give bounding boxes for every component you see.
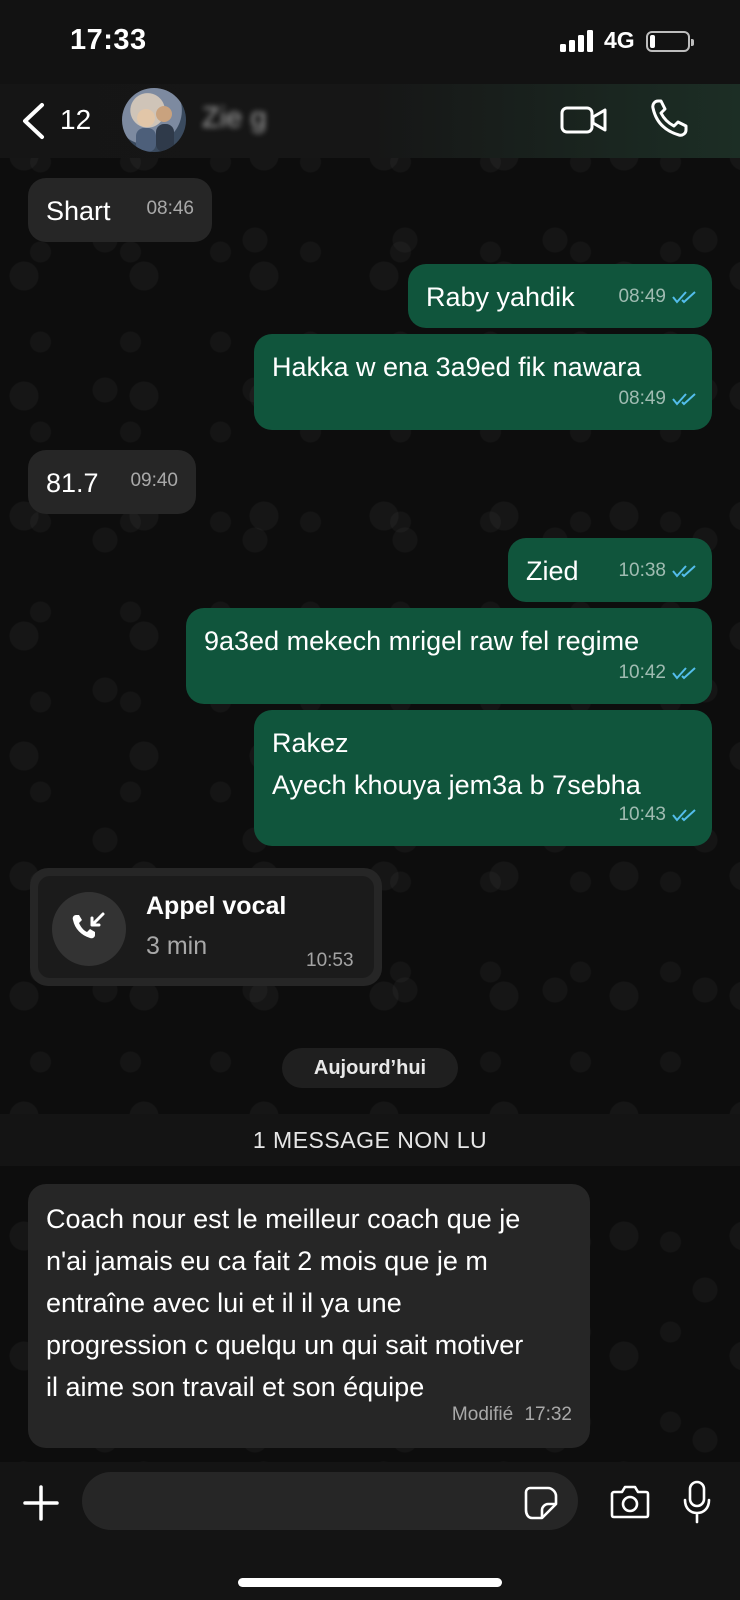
read-ticks-icon bbox=[672, 667, 696, 680]
message-text: Shart bbox=[46, 196, 111, 226]
read-ticks-icon bbox=[672, 291, 696, 304]
chat-header: 12 Zie g bbox=[0, 84, 740, 158]
battery-icon bbox=[646, 31, 694, 52]
contact-avatar[interactable] bbox=[122, 88, 186, 152]
message-text: 9a3ed mekech mrigel raw fel regime bbox=[204, 626, 640, 656]
home-indicator bbox=[238, 1578, 502, 1587]
message-time: 10:43 bbox=[618, 804, 666, 825]
voice-call-inner: Appel vocal 3 min 10:53 bbox=[38, 876, 374, 978]
missed-call-icon-wrap bbox=[52, 892, 126, 966]
message-bubble-incoming[interactable]: Shart 08:46 bbox=[28, 178, 212, 242]
message-text-line: progression c quelqu un qui sait motiver bbox=[46, 1330, 524, 1360]
call-title: Appel vocal bbox=[146, 892, 287, 920]
message-bubble-outgoing[interactable]: Hakka w ena 3a9ed fik nawara 08:49 bbox=[254, 334, 712, 430]
message-text-line: entraîne avec lui et il il ya une bbox=[46, 1288, 402, 1318]
phone-call-icon[interactable] bbox=[650, 98, 688, 138]
message-text-line: Coach nour est le meilleur coach que je bbox=[46, 1204, 521, 1234]
message-text: Hakka w ena 3a9ed fik nawara bbox=[272, 352, 642, 382]
microphone-icon[interactable] bbox=[682, 1480, 712, 1524]
incoming-call-icon bbox=[72, 912, 105, 939]
network-type: 4G bbox=[604, 27, 635, 53]
date-separator: Aujourd’hui bbox=[282, 1048, 458, 1088]
message-text: Zied bbox=[526, 556, 579, 586]
avatar-photo-icon bbox=[136, 106, 174, 152]
unread-banner: 1 MESSAGE NON LU bbox=[0, 1114, 740, 1166]
message-bubble-outgoing[interactable]: Raby yahdik 08:49 bbox=[408, 264, 712, 328]
unread-chats-count[interactable]: 12 bbox=[60, 104, 91, 136]
read-ticks-icon bbox=[672, 809, 696, 822]
message-bubble-outgoing[interactable]: Rakez Ayech khouya jem3a b 7sebha 10:43 bbox=[254, 710, 712, 846]
message-text-line: Rakez bbox=[272, 728, 349, 758]
message-time: 17:32 bbox=[524, 1404, 572, 1425]
message-time: 08:46 bbox=[146, 198, 194, 219]
battery-level bbox=[650, 35, 655, 48]
message-bubble-incoming[interactable]: Coach nour est le meilleur coach que je … bbox=[28, 1184, 590, 1448]
call-time: 10:53 bbox=[306, 950, 354, 971]
composer-bar bbox=[0, 1462, 740, 1600]
sticker-icon[interactable] bbox=[524, 1486, 558, 1520]
message-bubble-outgoing[interactable]: 9a3ed mekech mrigel raw fel regime 10:42 bbox=[186, 608, 712, 704]
status-bar: 17:33 4G bbox=[0, 0, 740, 84]
message-text-line: n'ai jamais eu ca fait 2 mois que je m bbox=[46, 1246, 488, 1276]
cellular-signal-icon bbox=[560, 30, 593, 52]
call-duration: 3 min bbox=[146, 932, 208, 960]
message-time: 08:49 bbox=[618, 388, 666, 409]
message-text: Raby yahdik bbox=[426, 282, 575, 312]
read-ticks-icon bbox=[672, 565, 696, 578]
message-input[interactable] bbox=[82, 1472, 578, 1530]
back-chevron-icon[interactable] bbox=[20, 102, 46, 140]
contact-name[interactable]: Zie g bbox=[202, 102, 266, 135]
camera-icon[interactable] bbox=[610, 1484, 650, 1520]
edited-label: Modifié bbox=[451, 1404, 514, 1425]
voice-call-message[interactable]: Appel vocal 3 min 10:53 bbox=[30, 868, 382, 986]
message-bubble-incoming[interactable]: 81.7 09:40 bbox=[28, 450, 196, 514]
video-call-icon[interactable] bbox=[560, 100, 608, 140]
message-bubble-outgoing[interactable]: Zied 10:38 bbox=[508, 538, 712, 602]
status-time: 17:33 bbox=[70, 24, 147, 56]
message-time: 10:42 bbox=[618, 662, 666, 683]
message-text: 81.7 bbox=[46, 468, 99, 498]
message-time: 09:40 bbox=[130, 470, 178, 491]
plus-icon[interactable] bbox=[22, 1484, 60, 1522]
read-ticks-icon bbox=[672, 393, 696, 406]
message-time: 10:38 bbox=[618, 560, 666, 581]
message-time: 08:49 bbox=[618, 286, 666, 307]
